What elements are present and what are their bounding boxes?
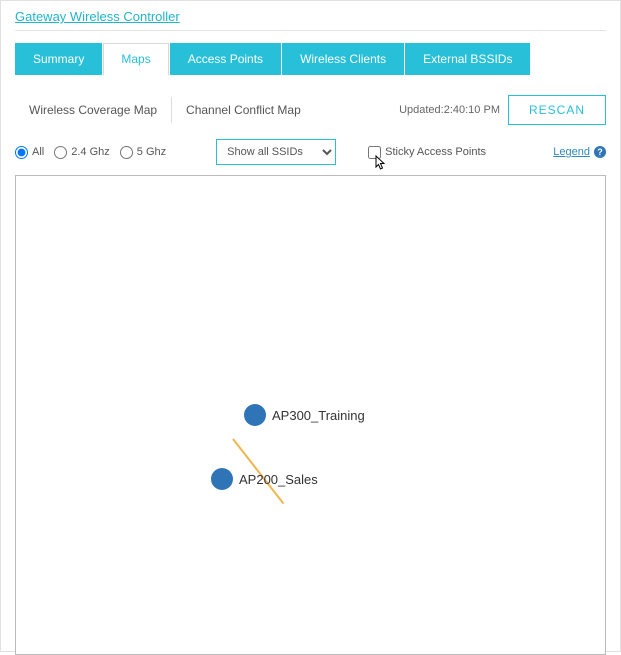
coverage-map-canvas[interactable]: AP300_Training AP200_Sales	[15, 175, 606, 655]
updated-label: Updated:	[399, 104, 444, 116]
sub-tabs: Wireless Coverage Map Channel Conflict M…	[15, 97, 315, 123]
radio-all-input[interactable]	[15, 146, 28, 159]
sticky-checkbox-input[interactable]	[368, 146, 381, 159]
radio-5ghz[interactable]: 5 Ghz	[120, 146, 166, 159]
tab-summary[interactable]: Summary	[15, 43, 102, 75]
ap-node-label: AP300_Training	[272, 408, 365, 423]
subtab-coverage-map[interactable]: Wireless Coverage Map	[15, 97, 172, 123]
legend-label: Legend	[553, 146, 590, 158]
tab-external-bssids[interactable]: External BSSIDs	[405, 43, 530, 75]
help-icon: ?	[594, 146, 606, 158]
toolbar: Wireless Coverage Map Channel Conflict M…	[15, 95, 606, 125]
legend-link[interactable]: Legend ?	[553, 146, 606, 158]
band-radio-group: All 2.4 Ghz 5 Ghz	[15, 146, 166, 159]
tab-access-points[interactable]: Access Points	[170, 43, 281, 75]
radio-5ghz-input[interactable]	[120, 146, 133, 159]
ap-node-sales[interactable]: AP200_Sales	[211, 468, 318, 490]
main-tabs: Summary Maps Access Points Wireless Clie…	[15, 43, 606, 75]
filter-row: All 2.4 Ghz 5 Ghz Show all SSIDs Sticky …	[15, 139, 606, 165]
ap-dot-icon	[244, 404, 266, 426]
radio-all[interactable]: All	[15, 146, 44, 159]
rescan-button[interactable]: RESCAN	[508, 95, 606, 125]
updated-status: Updated:2:40:10 PM	[399, 104, 500, 116]
ssid-select[interactable]: Show all SSIDs	[216, 139, 336, 165]
tab-wireless-clients[interactable]: Wireless Clients	[282, 43, 404, 75]
radio-5ghz-label: 5 Ghz	[137, 146, 166, 158]
ap-node-label: AP200_Sales	[239, 472, 318, 487]
radio-24ghz-label: 2.4 Ghz	[71, 146, 110, 158]
header-divider	[15, 30, 606, 31]
page-title-link[interactable]: Gateway Wireless Controller	[1, 1, 194, 27]
radio-24ghz[interactable]: 2.4 Ghz	[54, 146, 110, 159]
updated-time: 2:40:10 PM	[444, 104, 500, 116]
sticky-checkbox-label: Sticky Access Points	[385, 146, 486, 158]
ap-dot-icon	[211, 468, 233, 490]
subtab-channel-conflict[interactable]: Channel Conflict Map	[172, 97, 315, 123]
radio-all-label: All	[32, 146, 44, 158]
ap-node-training[interactable]: AP300_Training	[244, 404, 365, 426]
sticky-checkbox[interactable]: Sticky Access Points	[368, 146, 486, 159]
tab-maps[interactable]: Maps	[103, 43, 168, 75]
radio-24ghz-input[interactable]	[54, 146, 67, 159]
